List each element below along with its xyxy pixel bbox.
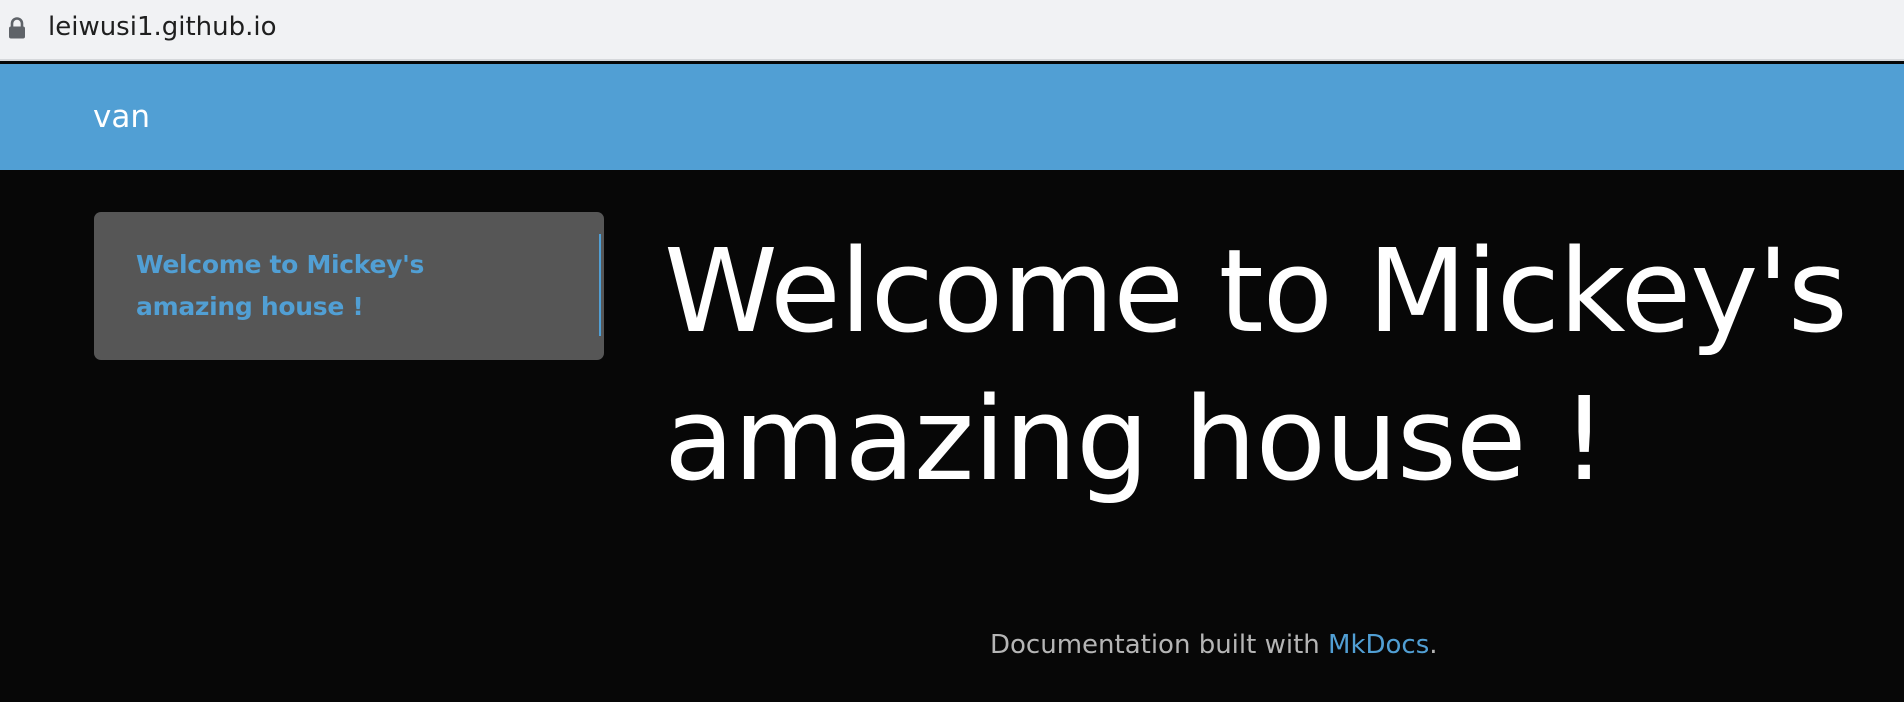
page-content: Welcome to Mickey's amazing house ! Welc… <box>0 170 1904 702</box>
toc-item-welcome[interactable]: Welcome to Mickey's amazing house ! <box>136 244 546 328</box>
address-url[interactable]: leiwusi1.github.io <box>48 10 277 44</box>
toc-active-indicator <box>599 234 601 336</box>
footer-text: Documentation built with <box>990 630 1329 660</box>
site-navbar: van <box>0 64 1904 170</box>
lock-icon[interactable] <box>8 17 26 39</box>
footer: Documentation built with MkDocs. <box>990 628 1438 662</box>
site-brand-link[interactable]: van <box>93 98 150 136</box>
page-title: Welcome to Mickey's amazing house ! <box>664 225 1848 507</box>
footer-period: . <box>1429 630 1438 660</box>
browser-address-bar[interactable]: leiwusi1.github.io <box>0 0 1904 61</box>
table-of-contents: Welcome to Mickey's amazing house ! <box>94 212 604 360</box>
mkdocs-link[interactable]: MkDocs <box>1328 630 1429 660</box>
